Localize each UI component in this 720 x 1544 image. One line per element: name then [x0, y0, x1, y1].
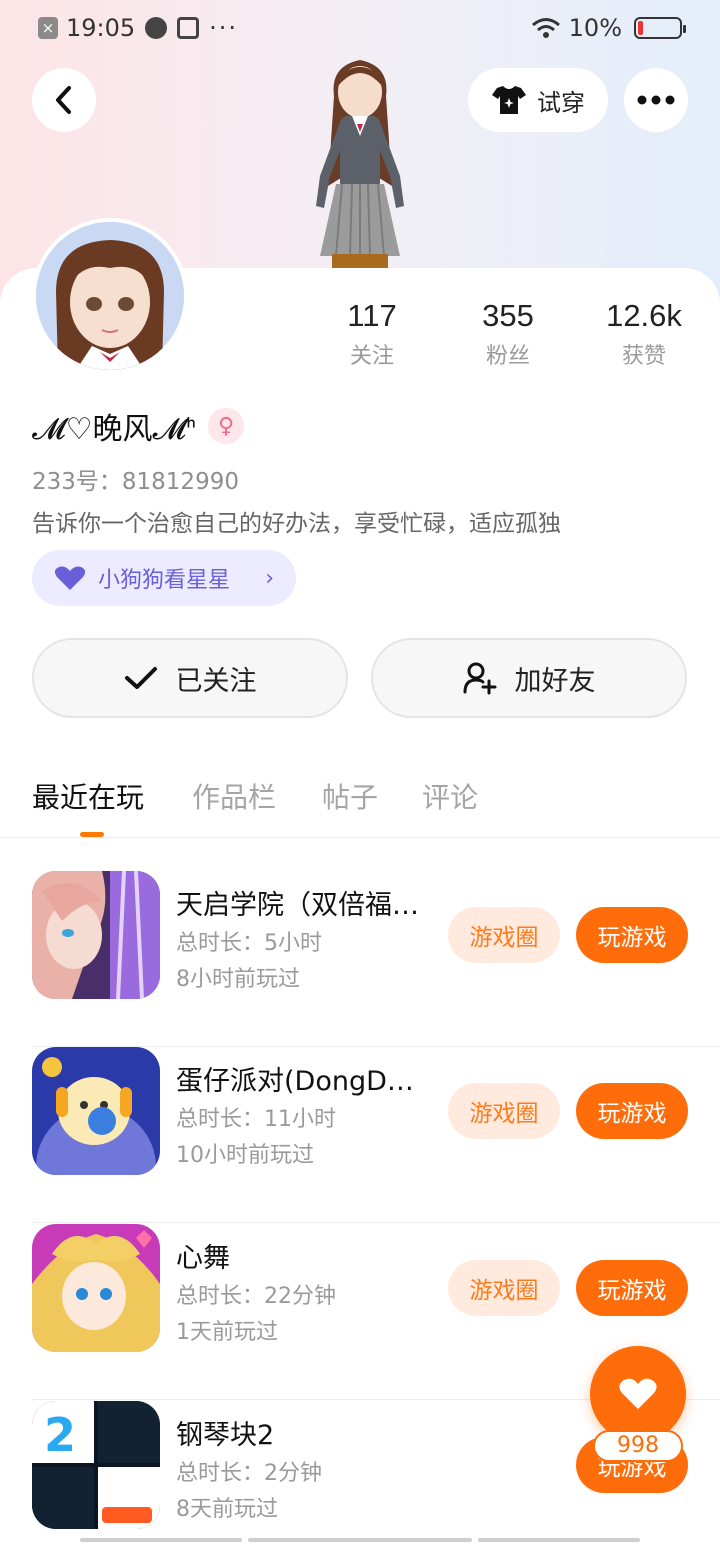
profile-tabs: 最近在玩 作品栏 帖子 评论: [0, 770, 720, 838]
following-label: 关注: [349, 344, 394, 369]
play-game-button[interactable]: 玩游戏: [576, 907, 688, 963]
likes-stat[interactable]: 12.6k 获赞: [579, 298, 709, 370]
add-user-icon: [463, 662, 496, 695]
add-friend-button[interactable]: 加好友: [371, 638, 687, 718]
game-list-item[interactable]: 蛋仔派对(DongD… 总时长：11小时 10小时前玩过 游戏圈 玩游戏: [32, 1047, 720, 1223]
chevron-left-icon: [56, 86, 71, 114]
avatar-character-figure[interactable]: [280, 56, 440, 270]
following-count: 117: [347, 298, 397, 333]
game-last-played: 8小时前玩过: [176, 967, 300, 992]
like-count-badge: 998: [593, 1430, 683, 1462]
back-button[interactable]: [32, 68, 96, 132]
game-duration: 总时长：5小时: [176, 931, 322, 956]
followers-count: 355: [482, 298, 534, 333]
game-circle-button[interactable]: 游戏圈: [448, 1083, 560, 1139]
game-last-played: 1天前玩过: [176, 1320, 278, 1345]
game-last-played: 8天前玩过: [176, 1497, 278, 1522]
tab-comments[interactable]: 评论: [422, 776, 478, 816]
game-icon-xinwu[interactable]: [32, 1224, 160, 1352]
game-name: 蛋仔派对(DongD…: [176, 1066, 414, 1097]
more-options-button[interactable]: [624, 68, 688, 132]
following-stat[interactable]: 117 关注: [307, 298, 437, 370]
bottom-indicator-bar: [248, 1538, 472, 1542]
bottom-indicator-bar: [80, 1538, 242, 1542]
chevron-right-icon: ›: [265, 565, 274, 591]
likes-label: 获赞: [621, 344, 666, 369]
user-bio: 告诉你一个治愈自己的好办法，享受忙碌，适应孤独: [32, 511, 561, 537]
tab-posts[interactable]: 帖子: [322, 776, 378, 816]
play-game-button[interactable]: 玩游戏: [576, 1260, 688, 1316]
game-circle-button[interactable]: 游戏圈: [448, 1260, 560, 1316]
club-badge-button[interactable]: 小狗狗看星星 ›: [32, 550, 296, 606]
tab-works[interactable]: 作品栏: [192, 776, 276, 816]
svg-text:2: 2: [44, 1408, 76, 1462]
try-on-button[interactable]: 试穿: [468, 68, 608, 132]
battery-icon: [634, 17, 686, 39]
game-list-item[interactable]: 天启学院（双倍福… 总时长：5小时 8小时前玩过 游戏圈 玩游戏: [32, 871, 720, 1047]
more-notifications-icon: ···: [209, 14, 239, 42]
floating-like-button[interactable]: [590, 1346, 686, 1442]
more-dots-icon: [637, 95, 675, 105]
female-gender-icon: ♀: [208, 408, 245, 444]
add-friend-label: 加好友: [514, 665, 596, 697]
game-name: 钢琴块2: [176, 1420, 275, 1451]
status-bar: × 19:05 ··· 10%: [0, 0, 720, 56]
status-time: 19:05: [66, 14, 136, 42]
app-notification-icon-2: [177, 17, 200, 39]
bottom-indicator-bar: [478, 1538, 640, 1542]
game-last-played: 10小时前玩过: [176, 1143, 314, 1168]
followers-label: 粉丝: [485, 344, 530, 369]
profile-stats: 117 关注 355 粉丝 12.6k 获赞: [0, 298, 720, 378]
game-name: 天启学院（双倍福…: [176, 890, 419, 921]
checkmark-icon: [124, 667, 157, 689]
game-icon-eggy-party[interactable]: [32, 1047, 160, 1175]
active-tab-indicator: [80, 832, 104, 837]
battery-percent: 10%: [568, 14, 622, 42]
user-id: 233号：81812990: [32, 469, 239, 495]
tab-recently-played[interactable]: 最近在玩: [32, 776, 144, 816]
play-game-button[interactable]: 玩游戏: [576, 1083, 688, 1139]
shirt-icon: [492, 86, 526, 114]
game-icon-piano-tiles[interactable]: 2: [32, 1401, 160, 1529]
game-duration: 总时长：11小时: [176, 1107, 336, 1132]
likes-count: 12.6k: [606, 298, 682, 333]
try-on-label: 试穿: [537, 88, 585, 117]
followed-button[interactable]: 已关注: [32, 638, 348, 718]
nickname-row: 𝓜♡晚风𝓜ᑋ ♀: [32, 404, 245, 448]
game-duration: 总时长：2分钟: [176, 1461, 322, 1486]
club-name: 小狗狗看星星: [98, 568, 231, 593]
nickname: 𝓜♡晚风𝓜ᑋ: [32, 412, 197, 447]
notification-icon: ×: [38, 17, 58, 39]
heart-icon: [54, 566, 86, 590]
app-notification-icon: [145, 17, 168, 39]
game-icon-tianqi[interactable]: [32, 871, 160, 999]
followed-label: 已关注: [175, 665, 257, 697]
heart-icon: [619, 1378, 657, 1409]
game-name: 心舞: [176, 1243, 230, 1274]
game-duration: 总时长：22分钟: [176, 1284, 336, 1309]
game-circle-button[interactable]: 游戏圈: [448, 907, 560, 963]
wifi-icon: [531, 18, 560, 38]
followers-stat[interactable]: 355 粉丝: [443, 298, 573, 370]
